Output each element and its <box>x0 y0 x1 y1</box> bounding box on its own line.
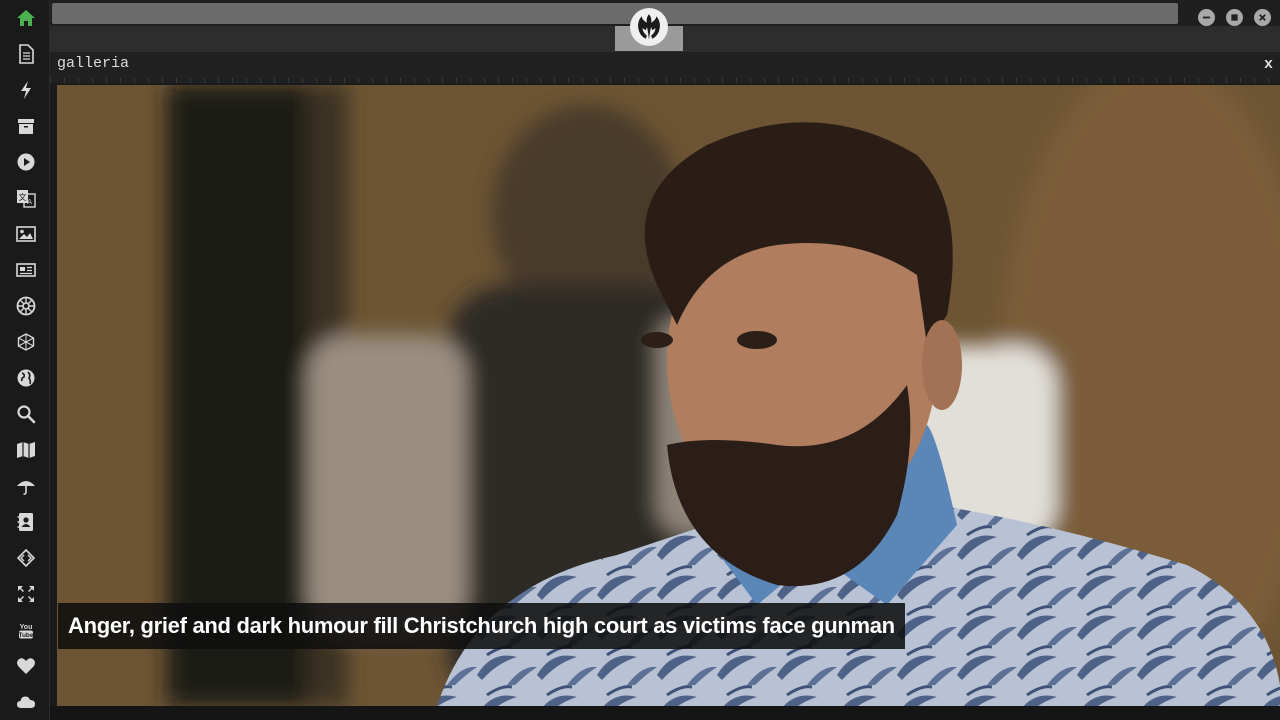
contact-icon[interactable] <box>11 507 41 537</box>
image-icon[interactable] <box>11 219 41 249</box>
gallery-caption: Anger, grief and dark humour fill Christ… <box>58 603 905 649</box>
expand-icon[interactable] <box>11 579 41 609</box>
svg-text:A: A <box>27 198 32 206</box>
translate-icon[interactable]: 文A <box>11 183 41 213</box>
maximize-icon[interactable] <box>1226 9 1243 26</box>
ruler <box>50 78 1280 83</box>
bottom-strip <box>50 706 1280 720</box>
globe-icon[interactable] <box>11 363 41 393</box>
close-icon[interactable] <box>1254 9 1271 26</box>
rebel-alliance-icon <box>630 8 668 46</box>
home-icon[interactable] <box>11 3 41 33</box>
minimize-icon[interactable] <box>1198 9 1215 26</box>
map-icon[interactable] <box>11 435 41 465</box>
top-bar <box>50 0 1280 52</box>
gallery-image[interactable]: Anger, grief and dark humour fill Christ… <box>57 85 1280 706</box>
sidebar: 文A You Tube <box>0 0 50 720</box>
panel-close-button[interactable]: x <box>1264 56 1273 73</box>
svg-text:文: 文 <box>19 192 27 202</box>
newspaper-icon[interactable] <box>11 255 41 285</box>
code-icon[interactable] <box>11 543 41 573</box>
cloud-icon[interactable] <box>11 687 41 717</box>
panel-title: galleria <box>57 55 130 72</box>
youtube-icon-text-top: You <box>20 624 33 631</box>
youtube-icon[interactable]: You Tube <box>11 615 41 645</box>
empire-icon[interactable] <box>11 291 41 321</box>
document-icon[interactable] <box>11 39 41 69</box>
caption-text: Anger, grief and dark humour fill Christ… <box>68 613 895 638</box>
archive-icon[interactable] <box>11 111 41 141</box>
hexagon-icon[interactable] <box>11 327 41 357</box>
umbrella-icon[interactable] <box>11 471 41 501</box>
play-icon[interactable] <box>11 147 41 177</box>
lightning-icon[interactable] <box>11 75 41 105</box>
svg-text:Tube: Tube <box>18 632 33 639</box>
heart-icon[interactable] <box>11 651 41 681</box>
panel-header: galleria x <box>50 52 1280 83</box>
search-icon[interactable] <box>11 399 41 429</box>
active-tab[interactable] <box>615 0 683 51</box>
